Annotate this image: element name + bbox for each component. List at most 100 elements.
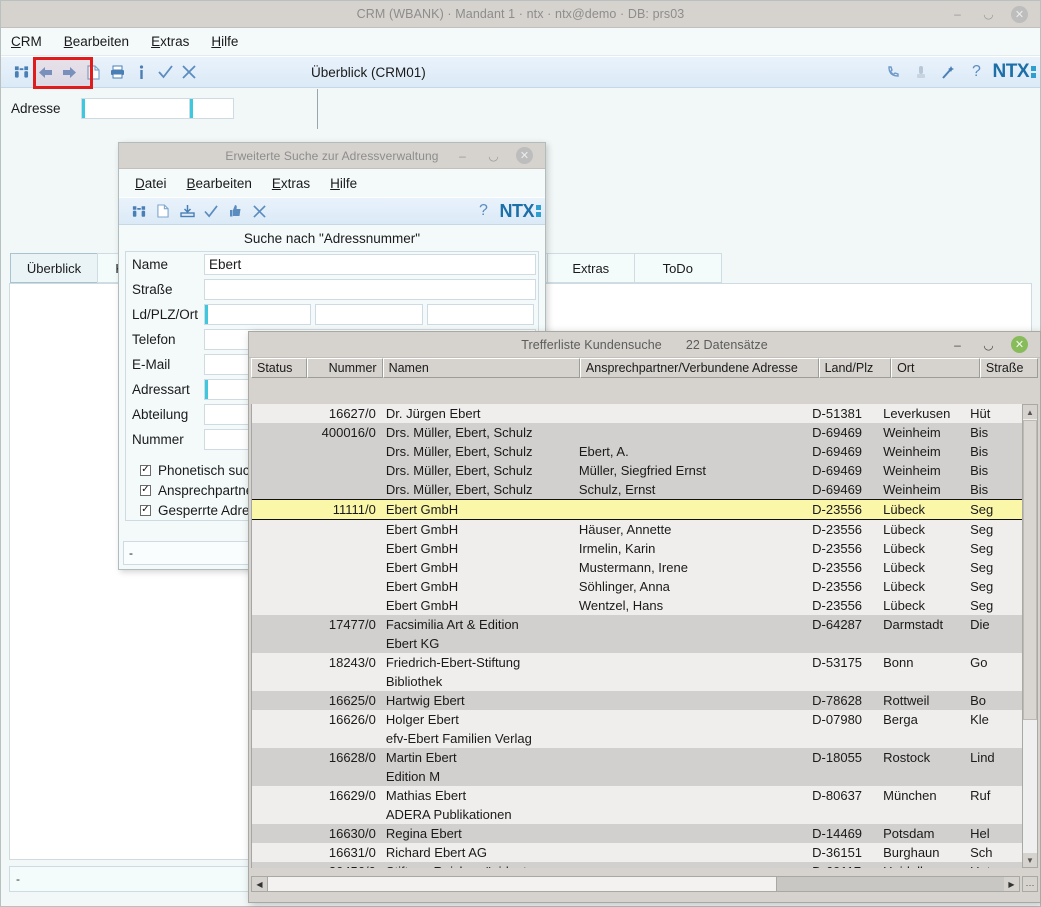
table-row[interactable]: Ebert GmbH Söhlinger, Anna D-23556 Lübeck Se… xyxy=(252,577,1022,596)
close-icon[interactable]: ✕ xyxy=(516,147,533,164)
cancel-icon[interactable] xyxy=(177,59,201,85)
horizontal-scrollbar[interactable]: ◀ ▶ xyxy=(251,876,1020,892)
menu-item-hilfe[interactable]: Hilfe xyxy=(211,34,238,49)
check-icon[interactable]: ✓ xyxy=(140,464,151,476)
table-row[interactable]: 400016/0 Drs. Müller, Ebert, Schulz D-6946… xyxy=(252,423,1022,442)
import-icon[interactable] xyxy=(175,198,199,224)
maximize-icon[interactable]: ◡ xyxy=(980,6,997,23)
check-icon[interactable] xyxy=(153,59,177,85)
table-row[interactable]: 18243/0 Friedrich-Ebert-Stiftung D-53175 Bo… xyxy=(252,653,1022,672)
info-icon[interactable] xyxy=(129,59,153,85)
search-dialog-titlebar[interactable]: Erweiterte Suche zur Adressverwaltung – … xyxy=(119,143,545,169)
menu-item-bearbeiten[interactable]: Bearbeiten xyxy=(64,34,129,49)
tab-todo[interactable]: ToDo xyxy=(633,253,722,283)
table-row[interactable]: Edition M xyxy=(252,767,1022,786)
new-document-icon[interactable] xyxy=(151,198,175,224)
check-icon[interactable] xyxy=(199,198,223,224)
minimize-icon[interactable]: – xyxy=(949,336,966,353)
menu-item-hilfe[interactable]: Hilfe xyxy=(330,176,357,191)
table-row[interactable]: Ebert KG xyxy=(252,634,1022,653)
table-row[interactable]: 16631/0 Richard Ebert AG D-36151 Burghaun Sc… xyxy=(252,843,1022,862)
table-row[interactable]: 16629/0 Mathias Ebert D-80637 München Ruf xyxy=(252,786,1022,805)
cell-ort: Bonn xyxy=(883,655,914,670)
table-row[interactable]: 16628/0 Martin Ebert D-18055 Rostock Lind xyxy=(252,748,1022,767)
help-icon[interactable]: ? xyxy=(965,59,989,85)
maximize-icon[interactable]: ◡ xyxy=(485,147,502,164)
menu-item-bearbeiten[interactable]: Bearbeiten xyxy=(187,176,252,191)
table-row[interactable]: 16626/0 Holger Ebert D-07980 Berga Kle xyxy=(252,710,1022,729)
minimize-icon[interactable]: – xyxy=(454,147,471,164)
binoculars-icon[interactable] xyxy=(9,59,33,85)
cancel-icon[interactable] xyxy=(247,198,271,224)
result-grid-body[interactable]: 16627/0 Dr. Jürgen Ebert D-51381 Leverkusen… xyxy=(251,404,1022,868)
table-row[interactable]: Ebert GmbH Häuser, Annette D-23556 Lübeck Se… xyxy=(252,520,1022,539)
help-icon[interactable]: ? xyxy=(472,198,496,224)
print-icon[interactable] xyxy=(105,59,129,85)
vertical-scrollbar[interactable]: ▲ ▼ xyxy=(1022,404,1038,868)
table-row[interactable]: Drs. Müller, Ebert, Schulz Ebert, A. D-694… xyxy=(252,442,1022,461)
menu-item-datei[interactable]: Datei xyxy=(135,176,167,191)
main-titlebar[interactable]: CRM (WBANK) · Mandant 1 · ntx · ntx@demo… xyxy=(1,1,1040,28)
column-header-nummer[interactable]: Nummer xyxy=(307,358,383,378)
column-header-status[interactable]: Status xyxy=(251,358,308,378)
column-header-namen[interactable]: Namen xyxy=(382,358,580,378)
cell-status xyxy=(252,404,307,423)
horizontal-scroll-thumb[interactable] xyxy=(267,877,777,891)
table-row[interactable]: Ebert GmbH Irmelin, Karin D-23556 Lübeck Seg xyxy=(252,539,1022,558)
adresse-input[interactable] xyxy=(81,97,234,119)
cell-landplz: D-14469 xyxy=(812,826,863,841)
table-row[interactable]: Ebert GmbH Wentzel, Hans D-23556 Lübeck Seg xyxy=(252,596,1022,615)
horizontal-scroll-track[interactable] xyxy=(777,877,1004,891)
strasse-input[interactable] xyxy=(204,279,536,300)
close-icon[interactable]: ✕ xyxy=(1011,336,1028,353)
arrow-forward-icon[interactable] xyxy=(57,59,81,85)
table-row[interactable]: 16625/0 Hartwig Ebert D-78628 Rottweil Bo xyxy=(252,691,1022,710)
table-row[interactable]: Ebert GmbH Mustermann, Irene D-23556 Lübeck… xyxy=(252,558,1022,577)
tab-uberblick[interactable]: Überblick xyxy=(10,253,98,283)
name-input[interactable]: Ebert xyxy=(204,254,536,275)
new-document-icon[interactable] xyxy=(81,59,105,85)
table-row[interactable]: Drs. Müller, Ebert, Schulz Müller, Siegfr… xyxy=(252,461,1022,480)
result-titlebar[interactable]: Trefferliste Kundensuche 22 Datensätze –… xyxy=(249,332,1040,358)
scroll-down-icon[interactable]: ▼ xyxy=(1023,853,1037,867)
check-icon[interactable]: ✓ xyxy=(140,484,151,496)
ort-input[interactable] xyxy=(426,304,534,325)
scroll-left-icon[interactable]: ◀ xyxy=(252,877,267,891)
close-icon[interactable]: ✕ xyxy=(1011,5,1028,23)
adresse-input-segment-2[interactable] xyxy=(193,99,233,118)
menu-item-extras[interactable]: Extras xyxy=(151,34,189,49)
table-row[interactable]: 16627/0 Dr. Jürgen Ebert D-51381 Leverkusen… xyxy=(252,404,1022,423)
hand-icon[interactable] xyxy=(909,59,933,85)
column-header-land-plz[interactable]: Land/Plz xyxy=(818,358,892,378)
vertical-scroll-thumb[interactable] xyxy=(1023,420,1037,720)
table-row[interactable]: ADERA Publikationen xyxy=(252,805,1022,824)
cell-landplz: D-07980 xyxy=(812,712,863,727)
scroll-up-icon[interactable]: ▲ xyxy=(1023,405,1037,419)
menu-item-extras[interactable]: Extras xyxy=(272,176,310,191)
check-icon[interactable]: ✓ xyxy=(140,504,151,516)
scroll-right-icon[interactable]: ▶ xyxy=(1004,877,1019,891)
binoculars-icon[interactable] xyxy=(127,198,151,224)
arrow-back-icon[interactable] xyxy=(33,59,57,85)
land-input[interactable] xyxy=(204,304,312,325)
table-row[interactable]: 11111/0 Ebert GmbH D-23556 Lübeck Seg xyxy=(252,499,1022,520)
maximize-icon[interactable]: ◡ xyxy=(980,336,997,353)
table-row[interactable]: efv-Ebert Familien Verlag xyxy=(252,729,1022,748)
menu-item-crm[interactable]: CRM xyxy=(11,34,42,49)
table-row[interactable]: Drs. Müller, Ebert, Schulz Schulz, Ernst D… xyxy=(252,480,1022,499)
table-row[interactable]: 17477/0 Facsimilia Art & Edition D-64287 Da… xyxy=(252,615,1022,634)
thumbs-up-icon[interactable] xyxy=(223,198,247,224)
resize-grip[interactable]: ⋯ xyxy=(1022,876,1038,892)
column-header-ort[interactable]: Ort xyxy=(891,358,980,378)
phone-icon[interactable] xyxy=(881,59,905,85)
adresse-input-segment-1[interactable] xyxy=(85,98,190,118)
minimize-icon[interactable]: – xyxy=(949,6,966,23)
column-header-ansprechpartner-verbundene-adresse[interactable]: Ansprechpartner/Verbundene Adresse xyxy=(579,358,819,378)
tab-extras[interactable]: Extras xyxy=(546,253,635,283)
table-row[interactable]: 16630/0 Regina Ebert D-14469 Potsdam Hel xyxy=(252,824,1022,843)
wand-icon[interactable] xyxy=(937,59,961,85)
column-header-stra-e[interactable]: Straße xyxy=(979,358,1038,378)
table-row[interactable]: Bibliothek xyxy=(252,672,1022,691)
table-row[interactable]: 30456/0Stiftung Reichspräsident- D-69117H… xyxy=(252,862,1022,868)
plz-input[interactable] xyxy=(315,304,423,325)
